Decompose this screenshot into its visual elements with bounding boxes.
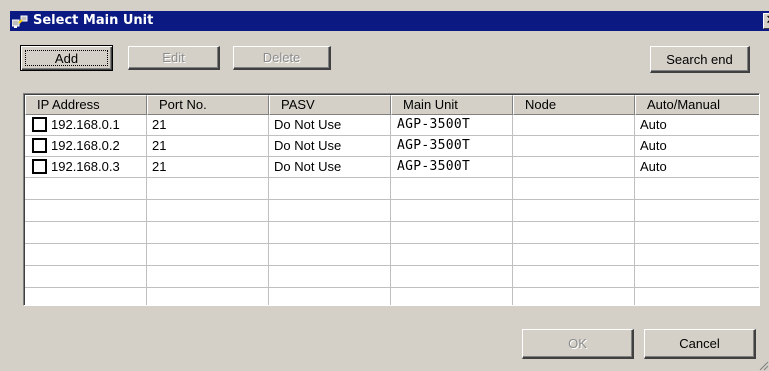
row-checkbox[interactable] [32, 138, 47, 153]
empty-cell [513, 200, 635, 222]
node-cell [513, 157, 635, 178]
window-title: Select Main Unit [33, 13, 154, 28]
column-header-auto-manual[interactable]: Auto/Manual [635, 95, 759, 115]
empty-cell [513, 222, 635, 244]
empty-cell [25, 244, 147, 266]
search-end-button-label: Search end [666, 51, 733, 67]
port-cell: 21 [147, 115, 269, 136]
ip-cell: 192.168.0.3 [25, 157, 147, 178]
empty-cell [25, 222, 147, 244]
auto-manual-cell: Auto [635, 115, 759, 136]
row-checkbox[interactable] [32, 117, 47, 132]
empty-table-row [25, 200, 759, 222]
empty-cell [269, 222, 391, 244]
delete-button-label: Delete [262, 50, 301, 65]
empty-cell [147, 200, 269, 222]
focus-rectangle [25, 50, 108, 66]
network-app-icon [12, 15, 28, 28]
pasv-cell: Do Not Use [269, 115, 391, 136]
empty-cell [635, 222, 759, 244]
empty-cell [269, 200, 391, 222]
ip-address: 192.168.0.1 [51, 117, 120, 132]
table-row[interactable]: 192.168.0.1 21 Do Not Use AGP-3500T Auto [25, 115, 759, 136]
node-cell [513, 115, 635, 136]
empty-table-row [25, 288, 759, 305]
empty-table-row [25, 266, 759, 288]
add-button[interactable]: Add [20, 45, 113, 71]
empty-cell [513, 244, 635, 266]
empty-cell [635, 288, 759, 305]
edit-button[interactable]: Edit [128, 46, 220, 70]
column-header-pasv[interactable]: PASV [269, 95, 391, 115]
auto-manual-cell: Auto [635, 157, 759, 178]
empty-cell [25, 288, 147, 305]
empty-cell [269, 244, 391, 266]
empty-cell [635, 178, 759, 200]
delete-button[interactable]: Delete [233, 46, 331, 70]
close-icon: ✕ [766, 13, 769, 28]
empty-cell [391, 244, 513, 266]
empty-cell [391, 178, 513, 200]
empty-cell [269, 266, 391, 288]
empty-cell [25, 178, 147, 200]
port-cell: 21 [147, 157, 269, 178]
table-row[interactable]: 192.168.0.3 21 Do Not Use AGP-3500T Auto [25, 157, 759, 178]
empty-cell [269, 178, 391, 200]
empty-cell [25, 266, 147, 288]
empty-cell [391, 288, 513, 305]
edit-button-label: Edit [162, 50, 185, 65]
port-cell: 21 [147, 136, 269, 157]
empty-cell [391, 266, 513, 288]
select-main-unit-dialog: Select Main Unit ✕ Add Edit Delete Searc… [0, 0, 769, 371]
empty-cell [635, 266, 759, 288]
main-unit-cell: AGP-3500T [391, 115, 513, 136]
empty-cell [635, 244, 759, 266]
main-unit-cell: AGP-3500T [391, 136, 513, 157]
empty-cell [147, 266, 269, 288]
pasv-cell: Do Not Use [269, 157, 391, 178]
empty-table-row [25, 244, 759, 266]
ip-cell: 192.168.0.1 [25, 115, 147, 136]
table-row[interactable]: 192.168.0.2 21 Do Not Use AGP-3500T Auto [25, 136, 759, 157]
row-checkbox[interactable] [32, 159, 47, 174]
empty-cell [147, 178, 269, 200]
empty-cell [391, 200, 513, 222]
empty-cell [147, 244, 269, 266]
table-body: 192.168.0.1 21 Do Not Use AGP-3500T Auto… [25, 115, 759, 305]
main-unit-table[interactable]: IP Address Port No. PASV Main Unit Node … [23, 93, 760, 306]
empty-table-row [25, 222, 759, 244]
empty-cell [513, 288, 635, 305]
ip-cell: 192.168.0.2 [25, 136, 147, 157]
node-cell [513, 136, 635, 157]
title-bar[interactable]: Select Main Unit ✕ [10, 11, 769, 31]
pasv-cell: Do Not Use [269, 136, 391, 157]
empty-cell [147, 288, 269, 305]
ok-button-label: OK [568, 336, 587, 351]
empty-cell [25, 200, 147, 222]
cancel-button-label: Cancel [679, 336, 720, 351]
empty-cell [513, 178, 635, 200]
auto-manual-cell: Auto [635, 136, 759, 157]
column-header-main-unit[interactable]: Main Unit [391, 95, 513, 115]
ok-button[interactable]: OK [522, 329, 634, 359]
column-header-port-no[interactable]: Port No. [147, 95, 269, 115]
table-header: IP Address Port No. PASV Main Unit Node … [25, 95, 759, 115]
empty-cell [147, 222, 269, 244]
main-unit-cell: AGP-3500T [391, 157, 513, 178]
column-header-node[interactable]: Node [513, 95, 635, 115]
empty-cell [513, 266, 635, 288]
close-button[interactable]: ✕ [763, 13, 769, 29]
empty-table-row [25, 178, 759, 200]
empty-cell [391, 222, 513, 244]
empty-cell [269, 288, 391, 305]
search-end-button[interactable]: Search end [650, 46, 750, 73]
empty-cell [635, 200, 759, 222]
column-header-ip-address[interactable]: IP Address [25, 95, 147, 115]
cancel-button[interactable]: Cancel [644, 329, 756, 359]
ip-address: 192.168.0.3 [51, 159, 120, 174]
resize-grip-icon[interactable] [756, 358, 769, 371]
ip-address: 192.168.0.2 [51, 138, 120, 153]
